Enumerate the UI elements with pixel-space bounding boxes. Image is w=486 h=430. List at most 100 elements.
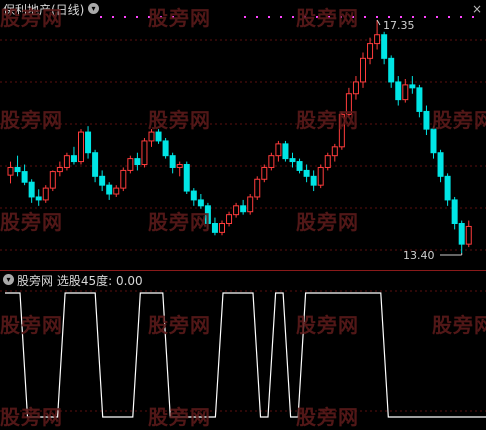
signal-dot — [112, 16, 114, 18]
candle-body — [423, 110, 430, 130]
candle-body — [289, 158, 296, 163]
candle-body — [141, 140, 148, 166]
candle-body — [268, 155, 275, 168]
candle-body — [113, 187, 120, 195]
watermark: 股旁网 — [148, 210, 211, 234]
signal-dot — [400, 16, 402, 18]
candle-body — [85, 131, 92, 154]
candle-body — [35, 196, 42, 201]
candle-body — [331, 146, 338, 157]
close-icon[interactable]: × — [472, 2, 482, 16]
chevron-down-icon[interactable]: ▾ — [88, 3, 99, 14]
candle-body — [183, 164, 190, 192]
candle-body — [275, 143, 282, 157]
signal-dot — [388, 16, 390, 18]
watermark: 股旁网 — [432, 108, 486, 132]
watermark: 股旁网 — [148, 108, 211, 132]
candle-body — [219, 223, 225, 233]
candle-body — [120, 169, 127, 189]
watermark: 股旁网 — [0, 210, 63, 234]
candle-body — [169, 155, 176, 168]
signal-dot — [448, 16, 450, 18]
high-price-label: 17.35 — [383, 19, 415, 32]
candle-body — [437, 152, 444, 177]
candle-body — [190, 190, 197, 201]
low-price-label: 13.40 — [403, 249, 435, 262]
candlestick-panel[interactable]: 保利地产(日线) ▾ × 17.35 13.40 股旁网 股旁网 股旁网 股旁网… — [0, 0, 486, 270]
candle-body — [7, 166, 14, 176]
signal-dot — [124, 16, 126, 18]
candle-body — [155, 131, 162, 142]
candle-body — [197, 199, 204, 207]
candle-body — [49, 171, 56, 189]
watermark: 股旁网 — [148, 313, 211, 337]
candle-body — [402, 84, 409, 101]
watermark: 股旁网 — [296, 108, 359, 132]
watermark: 股旁网 — [0, 108, 63, 132]
candle-body — [21, 171, 28, 183]
candle-body — [381, 34, 388, 59]
signal-dot — [280, 16, 282, 18]
watermark: 股旁网 — [0, 6, 63, 30]
watermark: 股旁网 — [148, 405, 211, 429]
candle-body — [367, 43, 374, 59]
signal-dot — [460, 16, 462, 18]
candle-body — [388, 57, 395, 83]
signal-dot — [436, 16, 438, 18]
signal-dot — [256, 16, 258, 18]
candle-body — [78, 131, 84, 163]
watermark: 股旁网 — [296, 313, 359, 337]
candle-body — [92, 152, 99, 177]
signal-dot — [268, 16, 270, 18]
candle-body — [162, 140, 169, 157]
indicator-title: 股旁网 选股45度: 0.00 — [17, 274, 143, 288]
signal-dot — [424, 16, 426, 18]
watermark: 股旁网 — [296, 6, 359, 30]
candle-body — [28, 181, 35, 198]
candle-body — [240, 205, 247, 213]
candle-body — [395, 81, 402, 101]
candle-body — [444, 175, 451, 201]
candle-body — [247, 196, 254, 213]
candle-body — [127, 158, 134, 171]
signal-dot — [292, 16, 294, 18]
candle-body — [42, 187, 49, 201]
candle-body — [63, 155, 70, 168]
signal-dot — [376, 16, 378, 18]
candle-body — [254, 178, 261, 198]
candle-body — [310, 175, 317, 186]
candle-body — [282, 143, 289, 160]
candle-body — [374, 34, 381, 45]
candle-body — [211, 223, 218, 233]
signal-dot — [472, 16, 474, 18]
watermark: 股旁网 — [148, 6, 211, 30]
candle-body — [261, 166, 268, 180]
indicator-line — [5, 292, 486, 418]
signal-dot — [100, 16, 102, 18]
candle-body — [303, 169, 310, 177]
candle-body — [106, 184, 113, 195]
watermark: 股旁网 — [0, 405, 63, 429]
candle-body — [99, 175, 106, 186]
candle-body — [416, 87, 423, 112]
watermark: 股旁网 — [296, 210, 359, 234]
signal-dot — [244, 16, 246, 18]
watermark: 股旁网 — [432, 313, 486, 337]
candle-body — [148, 131, 155, 142]
candle-body — [296, 161, 303, 171]
candle-body — [233, 205, 240, 216]
candle-body — [70, 155, 77, 163]
chevron-down-icon[interactable]: ▾ — [3, 274, 14, 285]
candle-body — [451, 199, 458, 225]
candle-body — [360, 57, 366, 83]
candle-body — [226, 214, 233, 225]
signal-dot — [364, 16, 366, 18]
indicator-chart — [0, 290, 486, 418]
candle-body — [317, 166, 324, 186]
indicator-panel[interactable]: ▾ 股旁网 选股45度: 0.00 股旁网 股旁网 股旁网 股旁网 股旁网 股旁… — [0, 271, 486, 429]
candle-body — [56, 166, 63, 173]
candle-body — [409, 84, 416, 89]
candle-body — [176, 164, 183, 168]
signal-dot — [136, 16, 138, 18]
candle-body — [352, 81, 359, 95]
